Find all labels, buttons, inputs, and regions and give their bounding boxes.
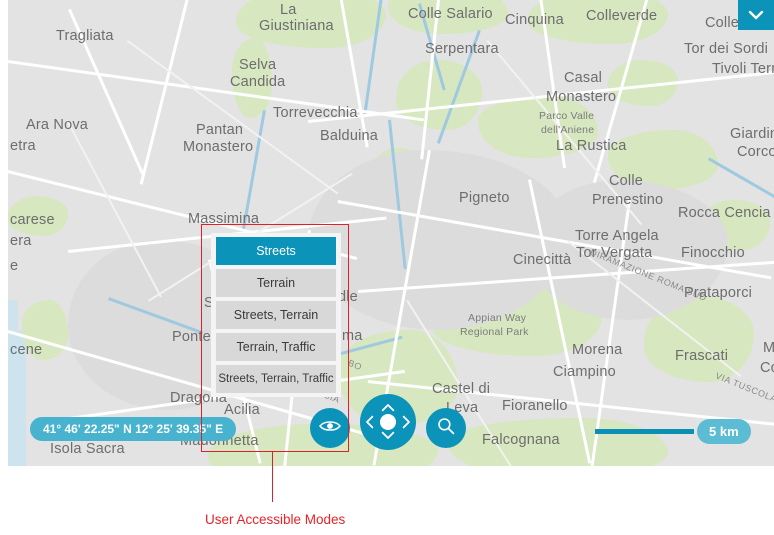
map-label: Acilia bbox=[224, 402, 260, 418]
map-label: Finocchio bbox=[681, 245, 745, 261]
map-label: dell'Aniene bbox=[541, 124, 595, 136]
mode-item-terrain[interactable]: Terrain bbox=[216, 269, 336, 297]
annotation-caption: User Accessible Modes bbox=[205, 512, 346, 527]
map-label: Prenestino bbox=[592, 192, 664, 208]
map-label: Cor bbox=[760, 360, 774, 376]
map-label: Giardin bbox=[730, 126, 774, 142]
scale-bar-line bbox=[595, 429, 694, 434]
map-label: Balduina bbox=[320, 128, 379, 144]
accessible-modes-panel[interactable]: Streets Terrain Streets, Terrain Terrain, T… bbox=[211, 233, 341, 397]
map-label: cene bbox=[10, 342, 43, 358]
map-label: carese bbox=[10, 212, 55, 228]
mode-item-terrain-traffic[interactable]: Terrain, Traffic bbox=[216, 333, 336, 361]
map-label: Castel di bbox=[432, 381, 491, 397]
map-label: Corco bbox=[737, 144, 774, 160]
map-label: Ara Nova bbox=[26, 117, 89, 133]
map-label: La bbox=[280, 2, 297, 18]
map-label: Cinecittà bbox=[513, 252, 572, 268]
map-label: Falcognana bbox=[482, 432, 560, 448]
map-label: Appian Way bbox=[468, 312, 527, 324]
map-label: Tivoli Terr bbox=[712, 61, 774, 77]
map-label: Monastero bbox=[183, 139, 254, 155]
map-label: Torrevecchia bbox=[273, 105, 358, 121]
eye-icon bbox=[319, 419, 341, 438]
mode-item-streets-terrain[interactable]: Streets, Terrain bbox=[216, 301, 336, 329]
annotation-leader-line bbox=[272, 452, 274, 502]
screenshot-root: Tragliata La Giustiniana Colle Salario Cinqu… bbox=[0, 0, 774, 535]
map-label: Cinquina bbox=[505, 12, 564, 28]
chevron-right-icon[interactable] bbox=[402, 415, 411, 434]
chevron-down-icon bbox=[748, 10, 764, 21]
map-label: Massimina bbox=[188, 211, 260, 227]
map-label: Morena bbox=[572, 342, 623, 358]
map-label: Colle bbox=[609, 173, 644, 189]
map-label: Candida bbox=[230, 74, 286, 90]
map-label: Ponte bbox=[172, 329, 211, 345]
map-label: Colle Salario bbox=[408, 6, 493, 22]
road bbox=[139, 0, 191, 185]
map-label: Prataporci bbox=[684, 285, 753, 301]
map-label: Pantan bbox=[196, 122, 244, 138]
map-label: Rocca Cencia bbox=[678, 205, 771, 221]
dot-icon[interactable] bbox=[380, 414, 396, 430]
mode-item-streets-terrain-traffic[interactable]: Streets, Terrain, Traffic bbox=[216, 365, 336, 393]
map-label: Frascati bbox=[675, 348, 729, 364]
map-label: Serpentara bbox=[425, 41, 499, 57]
map-label: Tor dei Sordi bbox=[684, 41, 768, 57]
map-label: M bbox=[763, 340, 774, 356]
map-label: Pigneto bbox=[459, 190, 510, 206]
search-button[interactable] bbox=[426, 408, 466, 448]
map-label: ma bbox=[342, 328, 363, 344]
map-label: Monastero bbox=[546, 89, 617, 105]
search-icon bbox=[436, 416, 456, 441]
map-label: VIA TUSCOLANA bbox=[714, 370, 774, 410]
mode-item-streets[interactable]: Streets bbox=[216, 237, 336, 265]
map-label: etra bbox=[10, 138, 36, 154]
road bbox=[8, 60, 424, 122]
map-label: Torre Angela bbox=[575, 228, 659, 244]
chevron-left-icon[interactable] bbox=[365, 415, 374, 434]
map-label: Casal bbox=[564, 70, 603, 86]
map-label: Tragliata bbox=[56, 28, 114, 44]
map-label: La Rustica bbox=[556, 138, 627, 154]
scale-bar-label: 5 km bbox=[697, 419, 751, 444]
map-label: Colleverde bbox=[586, 8, 658, 24]
map-label: Isola Sacra bbox=[50, 441, 125, 457]
map-label: Parco Valle bbox=[539, 110, 595, 122]
map-label: Selva bbox=[239, 57, 277, 73]
map-options-dropdown-button[interactable] bbox=[738, 0, 774, 30]
visibility-toggle-button[interactable] bbox=[310, 408, 350, 448]
map-label: Regional Park bbox=[460, 326, 529, 338]
pan-control[interactable] bbox=[360, 394, 416, 450]
map-label: e bbox=[10, 258, 19, 274]
coordinate-readout: 41° 46' 22.25" N 12° 25' 39.35" E bbox=[30, 417, 237, 441]
map-label: Fioranello bbox=[502, 398, 568, 414]
map-label: Ciampino bbox=[553, 364, 616, 380]
map-label: Giustiniana bbox=[259, 18, 334, 34]
map-label: era bbox=[10, 233, 32, 249]
